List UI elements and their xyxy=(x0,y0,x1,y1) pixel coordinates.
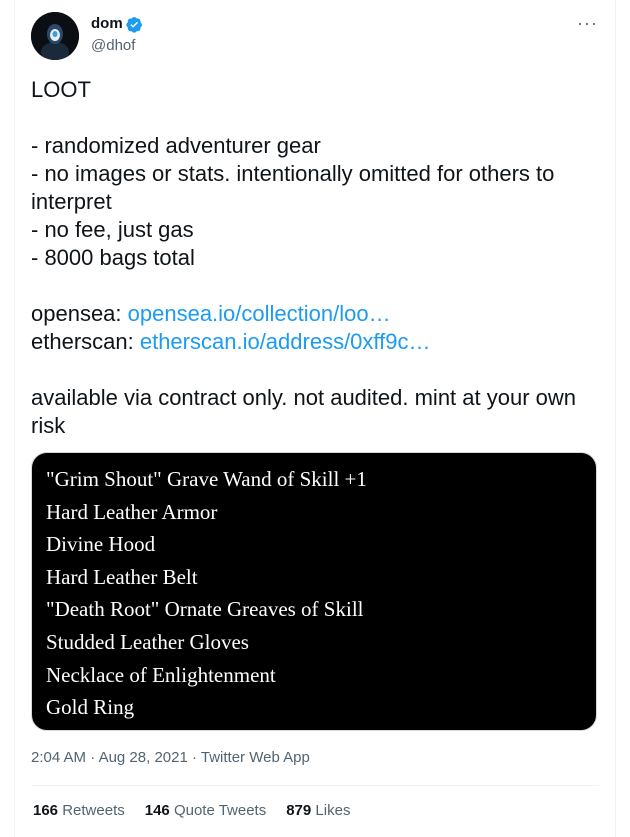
bullet-3: - no fee, just gas xyxy=(31,217,194,242)
likes-label: Likes xyxy=(315,802,351,819)
retweets-label: Retweets xyxy=(62,802,125,819)
opensea-line: opensea: opensea.io/collection/loo… xyxy=(31,300,601,328)
likes-count: 879 xyxy=(286,802,312,819)
etherscan-link[interactable]: etherscan.io/address/0xff9c… xyxy=(140,329,431,354)
more-options-icon[interactable]: ··· xyxy=(577,14,598,32)
likes-stat[interactable]: 879 Likes xyxy=(286,802,350,819)
loot-item: "Death Root" Ornate Greaves of Skill xyxy=(46,597,364,622)
divider xyxy=(31,785,599,786)
tweet-text: LOOT - randomized adventurer gear - no i… xyxy=(31,76,601,440)
quotes-count: 146 xyxy=(144,802,170,819)
verified-badge-icon xyxy=(126,16,143,33)
opensea-label: opensea: xyxy=(31,301,128,326)
bullet-1: - randomized adventurer gear xyxy=(31,133,321,158)
tweet-date[interactable]: Aug 28, 2021 xyxy=(99,749,188,766)
handle[interactable]: @dhof xyxy=(91,37,135,54)
quote-tweets-stat[interactable]: 146 Quote Tweets xyxy=(145,802,266,819)
loot-image[interactable]: "Grim Shout" Grave Wand of Skill +1 Hard… xyxy=(31,452,597,731)
tweet-time[interactable]: 2:04 AM xyxy=(31,749,86,766)
author-name-row[interactable]: dom xyxy=(91,15,143,33)
retweets-count: 166 xyxy=(33,802,59,819)
loot-item-list: "Grim Shout" Grave Wand of Skill +1 Hard… xyxy=(32,453,596,724)
loot-item: Gold Ring xyxy=(46,695,135,720)
quotes-label: Quote Tweets xyxy=(173,802,267,819)
meta-separator: · xyxy=(86,749,99,766)
bullet-4: - 8000 bags total xyxy=(31,245,195,270)
loot-item: Studded Leather Gloves xyxy=(46,629,249,654)
loot-item: Divine Hood xyxy=(46,532,156,557)
opensea-link[interactable]: opensea.io/collection/loo… xyxy=(128,301,391,326)
bullet-2: - no images or stats. intentionally omit… xyxy=(31,161,555,214)
tweet-meta: 2:04 AM · Aug 28, 2021 · Twitter Web App xyxy=(31,749,310,766)
meta-separator: · xyxy=(187,749,201,766)
disclaimer: available via contract only. not audited… xyxy=(31,385,577,438)
tweet-stats: 166 Retweets 146 Quote Tweets 879 Likes xyxy=(33,802,370,819)
retweets-stat[interactable]: 166 Retweets xyxy=(33,802,125,819)
tweet-source[interactable]: Twitter Web App xyxy=(201,749,310,766)
tweet-title: LOOT xyxy=(31,77,91,102)
etherscan-line: etherscan: etherscan.io/address/0xff9c… xyxy=(31,328,601,356)
avatar[interactable] xyxy=(31,12,79,60)
loot-item: Necklace of Enlightenment xyxy=(46,662,276,687)
loot-item: Hard Leather Armor xyxy=(46,499,218,524)
display-name[interactable]: dom xyxy=(91,15,123,33)
loot-item: Hard Leather Belt xyxy=(46,564,198,589)
loot-item: "Grim Shout" Grave Wand of Skill +1 xyxy=(46,467,367,491)
etherscan-label: etherscan: xyxy=(31,329,140,354)
